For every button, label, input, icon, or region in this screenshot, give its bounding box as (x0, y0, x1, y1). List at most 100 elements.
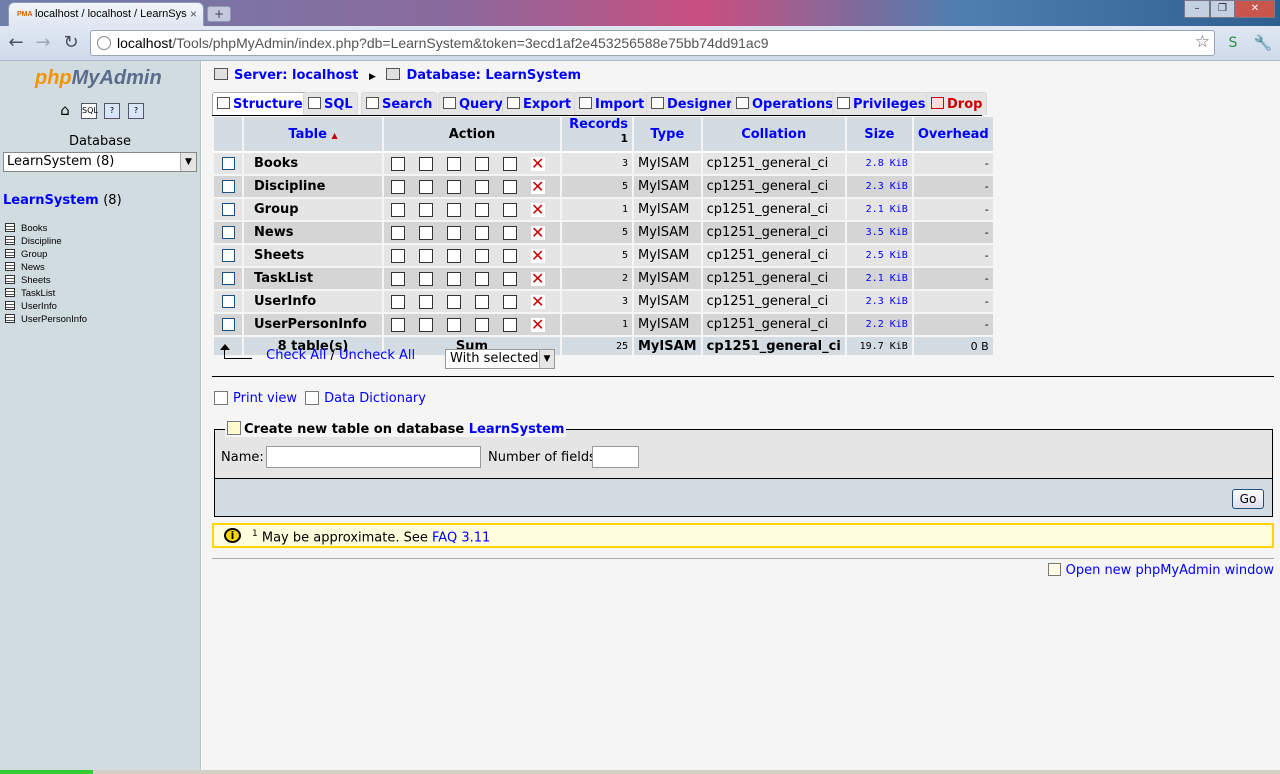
row-size[interactable]: 2.1 KiB (846, 199, 912, 223)
check-all-link[interactable]: Check All (266, 348, 326, 363)
structure-icon[interactable] (419, 271, 433, 286)
left-table-item[interactable]: Sheets (5, 274, 87, 287)
row-checkbox[interactable] (221, 157, 235, 171)
search-icon[interactable] (447, 156, 461, 171)
documentation-icon[interactable]: ? (128, 103, 144, 119)
tab-drop[interactable]: Drop (926, 92, 988, 115)
insert-icon[interactable] (475, 179, 489, 194)
left-table-name[interactable]: Books (21, 223, 47, 234)
row-table-name[interactable]: Discipline (244, 176, 382, 200)
drop-table-icon[interactable]: ✕ (531, 201, 545, 217)
insert-icon[interactable] (475, 248, 489, 263)
legend-db-link[interactable]: LearnSystem (469, 422, 565, 437)
search-icon[interactable] (447, 271, 461, 286)
table-icon[interactable] (5, 288, 15, 297)
left-table-name[interactable]: TaskList (21, 288, 55, 299)
insert-icon[interactable] (475, 202, 489, 217)
header-records[interactable]: Records 1 (562, 117, 632, 154)
empty-icon[interactable] (503, 225, 517, 240)
empty-icon[interactable] (503, 317, 517, 332)
search-icon[interactable] (447, 179, 461, 194)
row-table-name[interactable]: Sheets (244, 245, 382, 269)
database-select[interactable]: LearnSystem (8) ▼ (3, 152, 197, 172)
forward-icon[interactable]: → (32, 32, 54, 54)
search-icon[interactable] (447, 225, 461, 240)
header-type[interactable]: Type (634, 117, 701, 154)
data-dictionary-link[interactable]: Data Dictionary (324, 391, 426, 406)
back-icon[interactable]: ← (5, 32, 27, 54)
structure-icon[interactable] (419, 202, 433, 217)
drop-table-icon[interactable]: ✕ (531, 178, 545, 194)
table-icon[interactable] (5, 314, 15, 323)
row-checkbox[interactable] (221, 226, 235, 240)
drop-table-icon[interactable]: ✕ (531, 270, 545, 286)
structure-icon[interactable] (419, 156, 433, 171)
bookmark-star-icon[interactable]: ☆ (1195, 32, 1210, 52)
empty-icon[interactable] (503, 179, 517, 194)
home-icon[interactable]: ⌂ (57, 103, 73, 119)
row-table-name[interactable]: News (244, 222, 382, 246)
insert-icon[interactable] (475, 317, 489, 332)
row-table-name[interactable]: TaskList (244, 268, 382, 292)
drop-table-icon[interactable]: ✕ (531, 247, 545, 263)
row-checkbox[interactable] (221, 180, 235, 194)
empty-icon[interactable] (503, 202, 517, 217)
tab-sql[interactable]: SQL (303, 92, 358, 115)
print-icon[interactable] (214, 391, 228, 405)
left-table-item[interactable]: News (5, 261, 87, 274)
header-overhead[interactable]: Overhead (913, 117, 993, 154)
window-close-button[interactable]: ✕ (1235, 0, 1275, 18)
row-checkbox[interactable] (221, 249, 235, 263)
breadcrumb-server[interactable]: Server: localhost (234, 68, 358, 83)
row-checkbox[interactable] (221, 272, 235, 286)
tab-search-label[interactable]: Search (382, 97, 432, 112)
browse-icon[interactable] (391, 294, 405, 309)
tab-operations-label[interactable]: Operations (752, 97, 833, 112)
tab-privileges-label[interactable]: Privileges (853, 97, 925, 112)
row-size[interactable]: 2.3 KiB (846, 176, 912, 200)
structure-icon[interactable] (419, 294, 433, 309)
structure-icon[interactable] (419, 317, 433, 332)
structure-icon[interactable] (419, 179, 433, 194)
reload-icon[interactable]: ↻ (60, 32, 82, 54)
left-table-item[interactable]: Group (5, 248, 87, 261)
tab-designer-label[interactable]: Designer (667, 97, 733, 112)
left-table-item[interactable]: UserPersonInfo (5, 313, 87, 326)
row-table-name[interactable]: UserPersonInfo (244, 314, 382, 338)
search-icon[interactable] (447, 317, 461, 332)
minimize-button[interactable]: – (1184, 0, 1210, 18)
row-table-name[interactable]: Group (244, 199, 382, 223)
row-checkbox[interactable] (221, 295, 235, 309)
tab-structure-label[interactable]: Structure (233, 97, 303, 112)
tab-structure[interactable]: Structure (212, 92, 308, 115)
tab-sql-label[interactable]: SQL (324, 97, 353, 112)
insert-icon[interactable] (475, 156, 489, 171)
tab-query[interactable]: Query (438, 92, 509, 115)
empty-icon[interactable] (503, 294, 517, 309)
sort-by-table-link[interactable]: Table (288, 127, 327, 142)
left-table-name[interactable]: UserInfo (21, 301, 57, 312)
new-tab-button[interactable]: + (207, 6, 231, 22)
search-icon[interactable] (447, 248, 461, 263)
tab-search[interactable]: Search (361, 92, 438, 115)
faq-link[interactable]: FAQ 3.11 (432, 530, 490, 545)
browse-icon[interactable] (391, 202, 405, 217)
phpmyadmin-logo[interactable]: phpMyAdmin (35, 67, 162, 90)
tab-close-icon[interactable]: × (190, 7, 197, 21)
left-table-name[interactable]: UserPersonInfo (21, 314, 87, 325)
row-size[interactable]: 3.5 KiB (846, 222, 912, 246)
tab-privileges[interactable]: Privileges (832, 92, 931, 115)
row-size[interactable]: 2.2 KiB (846, 314, 912, 338)
tab-designer[interactable]: Designer (646, 92, 738, 115)
header-size[interactable]: Size (846, 117, 912, 154)
table-name-input[interactable] (266, 446, 481, 468)
left-table-item[interactable]: TaskList (5, 287, 87, 300)
insert-icon[interactable] (475, 271, 489, 286)
row-table-name[interactable]: UserInfo (244, 291, 382, 315)
tab-export-label[interactable]: Export (523, 97, 571, 112)
tab-import[interactable]: Import (574, 92, 650, 115)
empty-icon[interactable] (503, 248, 517, 263)
database-link-name[interactable]: LearnSystem (3, 193, 99, 208)
browse-icon[interactable] (391, 225, 405, 240)
tab-operations[interactable]: Operations (731, 92, 838, 115)
